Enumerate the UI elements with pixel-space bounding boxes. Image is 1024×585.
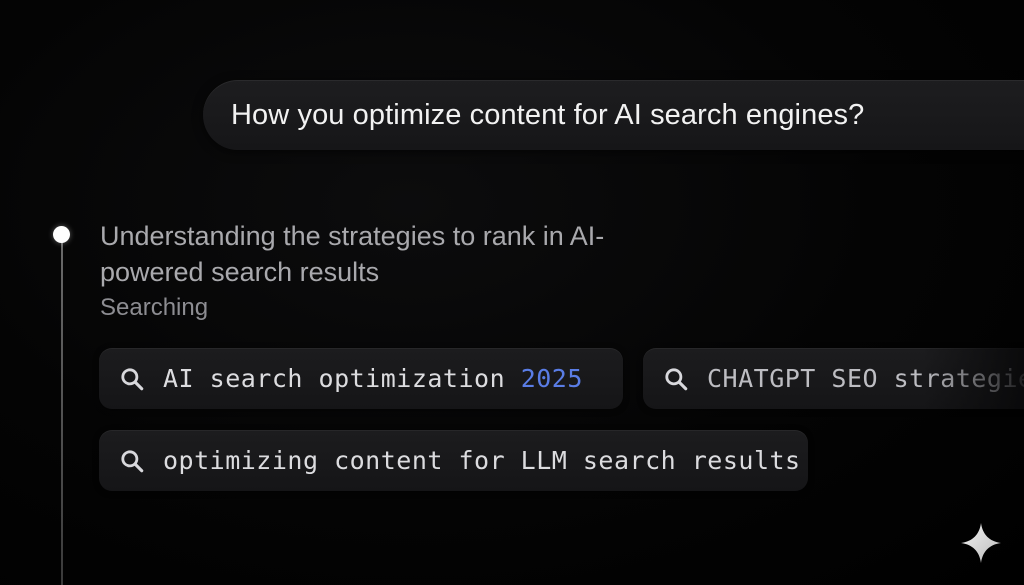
user-query-text: How you optimize content for AI search e… <box>231 99 865 131</box>
search-icon <box>121 368 144 391</box>
search-chip[interactable]: AI search optimization 2025 <box>99 348 623 409</box>
search-chip[interactable]: optimizing content for LLM search result… <box>99 430 808 491</box>
search-chip-label: AI search optimization 2025 <box>163 348 583 409</box>
timeline-line <box>61 240 63 585</box>
search-icon <box>665 368 688 391</box>
chat-canvas: How you optimize content for AI search e… <box>0 0 1024 585</box>
step-title: Understanding the strategies to rank in … <box>100 221 605 287</box>
search-query-highlight: 2025 <box>520 364 583 393</box>
user-query-bubble: How you optimize content for AI search e… <box>203 80 1024 150</box>
search-icon <box>121 450 144 473</box>
timeline-dot <box>53 226 70 243</box>
sparkle-icon <box>961 523 1001 563</box>
search-query-text: AI search optimization <box>163 364 521 393</box>
search-chip[interactable]: CHATGPT SEO strategies <box>643 348 1024 409</box>
step-status: Searching <box>100 294 209 321</box>
search-chip-label: optimizing content for LLM search result… <box>163 446 801 475</box>
search-chip-label: CHATGPT SEO strategies <box>707 364 1024 393</box>
